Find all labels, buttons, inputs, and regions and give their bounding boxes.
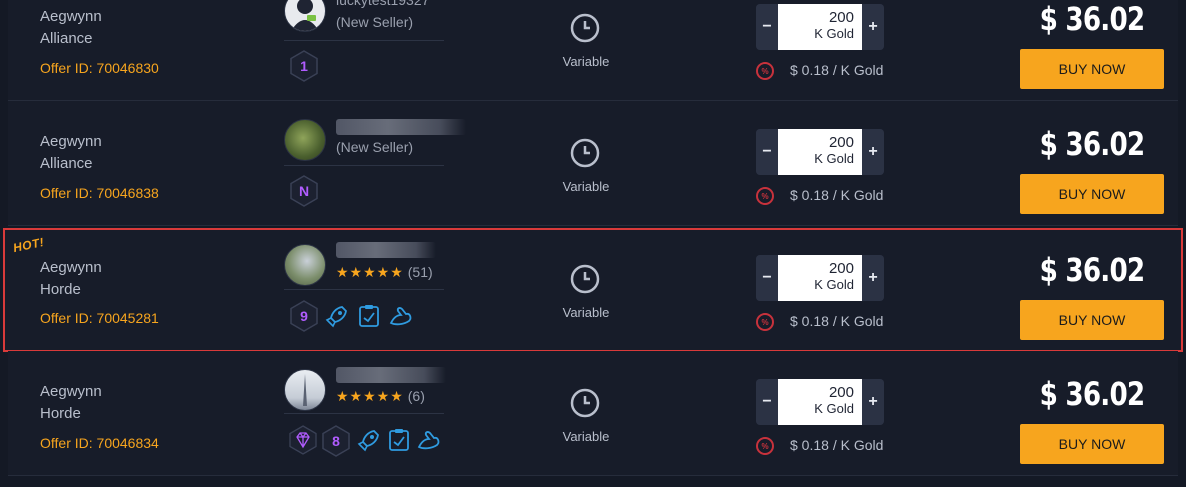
level-badge: N [290, 175, 318, 207]
discount-icon: % [756, 313, 774, 331]
offer-id: Offer ID: 70046838 [40, 185, 159, 201]
clock-icon [570, 138, 600, 168]
seller-avatar[interactable] [284, 0, 326, 32]
quantity-stepper: − 200 K Gold + [756, 379, 884, 425]
rating-stars: ★★★★★ [336, 264, 404, 280]
divider [284, 40, 444, 41]
unit-price: $ 0.18 / K Gold [790, 187, 884, 203]
offer-id: Offer ID: 70046834 [40, 435, 159, 451]
rating-stars: ★★★★★ [336, 388, 404, 404]
total-price: $ 36.02 [1039, 125, 1145, 163]
listing-row: Aegwynn Horde Offer ID: 70046834 ★★★★★ (6… [8, 351, 1178, 476]
quantity-value: 200 [828, 9, 854, 26]
total-price: $ 36.02 [1039, 0, 1145, 38]
offer-id: Offer ID: 70045281 [40, 310, 159, 326]
clock-icon [570, 13, 600, 43]
listing-row-featured: HOT! Aegwynn Horde Offer ID: 70045281 ★★… [3, 228, 1183, 352]
clock-icon [570, 264, 600, 294]
decrease-quantity-button[interactable]: − [756, 379, 778, 425]
increase-quantity-button[interactable]: + [862, 4, 884, 50]
flexed-arm-icon [417, 431, 440, 450]
faction-name: Horde [40, 281, 81, 298]
decrease-quantity-button[interactable]: − [756, 4, 778, 50]
total-price: $ 36.02 [1039, 251, 1145, 289]
quantity-value: 200 [828, 384, 854, 401]
quantity-unit: K Gold [814, 277, 854, 292]
seller-rating: ★★★★★ (6) [336, 388, 425, 405]
seller-tag: (New Seller) [336, 139, 414, 155]
divider [284, 165, 444, 166]
increase-quantity-button[interactable]: + [862, 379, 884, 425]
realm-name: Aegwynn [40, 259, 102, 276]
quantity-unit: K Gold [814, 26, 854, 41]
quantity-field[interactable]: 200 K Gold [778, 255, 862, 301]
review-count: (51) [407, 264, 433, 280]
faction-name: Alliance [40, 155, 93, 172]
quantity-unit: K Gold [814, 151, 854, 166]
level-badge: 8 [322, 425, 350, 457]
quantity-value: 200 [828, 134, 854, 151]
quantity-field[interactable]: 200 K Gold [778, 129, 862, 175]
seller-name-obscured [336, 119, 466, 135]
faction-name: Alliance [40, 30, 93, 47]
unit-price: $ 0.18 / K Gold [790, 62, 884, 78]
seller-avatar[interactable] [284, 369, 326, 411]
delivery-time: Variable [562, 54, 610, 69]
seller-name-obscured [336, 367, 446, 383]
faction-name: Horde [40, 405, 81, 422]
discount-icon: % [756, 187, 774, 205]
rocket-icon [357, 430, 379, 452]
clipboard-icon [389, 429, 409, 451]
delivery-time: Variable [562, 429, 610, 444]
realm-name: Aegwynn [40, 133, 102, 150]
seller-name-obscured [336, 242, 436, 258]
review-count: (6) [407, 388, 425, 404]
buy-now-button[interactable]: BUY NOW [1020, 49, 1164, 89]
seller-tag: (New Seller) [336, 14, 414, 30]
increase-quantity-button[interactable]: + [862, 255, 884, 301]
quantity-unit: K Gold [814, 401, 854, 416]
buy-now-button[interactable]: BUY NOW [1020, 174, 1164, 214]
unit-price: $ 0.18 / K Gold [790, 313, 884, 329]
offer-id: Offer ID: 70046830 [40, 60, 159, 76]
quantity-field[interactable]: 200 K Gold [778, 379, 862, 425]
decrease-quantity-button[interactable]: − [756, 255, 778, 301]
quantity-stepper: − 200 K Gold + [756, 4, 884, 50]
discount-icon: % [756, 62, 774, 80]
hot-label: HOT! [11, 234, 46, 256]
listing-row: Aegwynn Alliance Offer ID: 70046838 (New… [8, 101, 1178, 226]
level-badge: 1 [290, 50, 318, 82]
delivery-time: Variable [562, 179, 610, 194]
diamond-icon [289, 425, 317, 455]
rocket-icon [325, 306, 347, 328]
divider [284, 289, 444, 290]
quantity-value: 200 [828, 260, 854, 277]
seller-rating: ★★★★★ (51) [336, 264, 433, 281]
clock-icon [570, 388, 600, 418]
total-price: $ 36.02 [1039, 375, 1145, 413]
seller-avatar[interactable] [284, 244, 326, 286]
flexed-arm-icon [389, 307, 412, 326]
clipboard-icon [359, 305, 379, 327]
increase-quantity-button[interactable]: + [862, 129, 884, 175]
unit-price: $ 0.18 / K Gold [790, 437, 884, 453]
decrease-quantity-button[interactable]: − [756, 129, 778, 175]
delivery-time: Variable [562, 305, 610, 320]
realm-name: Aegwynn [40, 383, 102, 400]
quantity-stepper: − 200 K Gold + [756, 129, 884, 175]
seller-avatar[interactable] [284, 119, 326, 161]
quantity-stepper: − 200 K Gold + [756, 255, 884, 301]
seller-name[interactable]: luckytest19327 [336, 0, 429, 8]
listing-row: Aegwynn Alliance Offer ID: 70046830 luck… [8, 0, 1178, 101]
realm-name: Aegwynn [40, 8, 102, 25]
quantity-field[interactable]: 200 K Gold [778, 4, 862, 50]
divider [284, 413, 444, 414]
level-badge: 9 [290, 300, 318, 332]
buy-now-button[interactable]: BUY NOW [1020, 300, 1164, 340]
buy-now-button[interactable]: BUY NOW [1020, 424, 1164, 464]
discount-icon: % [756, 437, 774, 455]
